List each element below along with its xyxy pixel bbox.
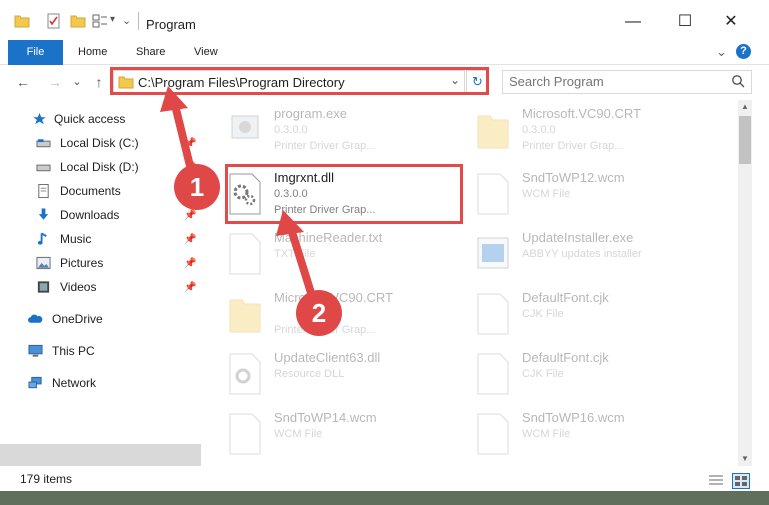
file-icon xyxy=(477,413,509,455)
address-highlight-box xyxy=(110,67,489,95)
executable-icon xyxy=(231,115,259,139)
file-item[interactable]: SndToWP12.wcm WCM File xyxy=(458,164,698,220)
back-button[interactable]: ← xyxy=(14,73,32,91)
title-bar: ▾ ⌄ Program — ☐ ✕ xyxy=(0,0,769,40)
sidebar-item-label: This PC xyxy=(52,344,95,358)
new-folder-icon[interactable] xyxy=(70,13,86,29)
pin-icon[interactable]: 📌 xyxy=(184,277,196,299)
expand-ribbon-icon[interactable]: ⌄ xyxy=(716,40,727,64)
tab-home[interactable]: Home xyxy=(78,40,107,64)
scroll-down-icon[interactable]: ▼ xyxy=(738,452,752,466)
help-icon[interactable]: ? xyxy=(736,44,751,59)
sidebar-item-videos[interactable]: Videos 📌 xyxy=(36,276,201,298)
window-title: Program xyxy=(146,17,196,32)
forward-button[interactable]: → xyxy=(46,73,64,91)
file-item[interactable]: DefaultFont.cjk CJK File xyxy=(458,284,698,340)
sidebar-item-label: Local Disk (C:) xyxy=(60,136,139,150)
ribbon-tabs: File Home Share View ⌄ ? xyxy=(0,40,769,96)
item-count: 179 items xyxy=(20,472,73,486)
sidebar-item-label: Music xyxy=(60,232,92,246)
sidebar-item-label: Downloads xyxy=(60,208,120,222)
large-icons-view-icon[interactable] xyxy=(732,473,750,489)
cloud-icon xyxy=(28,314,43,323)
details-view-icon[interactable] xyxy=(708,473,724,487)
file-item[interactable]: DefaultFont.cjk CJK File xyxy=(458,344,698,400)
navigation-pane: Quick access Local Disk (C:) 📌 Local Dis… xyxy=(0,104,201,466)
desktop-background-strip xyxy=(0,491,769,505)
selected-item-highlight xyxy=(0,444,201,466)
scroll-up-icon[interactable]: ▲ xyxy=(738,100,752,114)
file-icon xyxy=(477,293,509,335)
sidebar-item-label: Documents xyxy=(60,184,121,198)
sidebar-item-label: Videos xyxy=(60,280,97,294)
file-item[interactable]: SndToWP14.wcm WCM File xyxy=(210,404,450,460)
drive-icon xyxy=(36,164,51,172)
installer-icon xyxy=(477,237,509,269)
documents-icon xyxy=(38,184,49,198)
title-divider xyxy=(138,12,139,30)
file-icon xyxy=(229,233,261,275)
file-item[interactable]: Microsoft.VC90.CRT 0.3.0.0 Printer Drive… xyxy=(458,100,698,156)
view-options-icon[interactable] xyxy=(92,13,108,29)
computer-icon xyxy=(28,344,43,357)
status-bar: 179 items xyxy=(0,470,769,490)
search-input[interactable] xyxy=(503,71,725,91)
file-icon xyxy=(229,413,261,455)
quick-access-dropdown-icon[interactable]: ⌄ xyxy=(122,14,131,27)
music-icon xyxy=(37,232,47,245)
search-box[interactable] xyxy=(502,70,752,94)
sidebar-item-label: Quick access xyxy=(54,112,126,126)
file-icon xyxy=(477,173,509,215)
pin-icon[interactable]: 📌 xyxy=(184,133,196,155)
file-item[interactable]: UpdateInstaller.exe ABBYY updates instal… xyxy=(458,224,698,280)
scroll-thumb[interactable] xyxy=(739,116,751,164)
properties-icon[interactable] xyxy=(46,13,62,29)
sidebar-item-downloads[interactable]: Downloads 📌 xyxy=(36,204,201,226)
folder-icon xyxy=(229,299,261,333)
pin-icon[interactable]: 📌 xyxy=(184,253,196,275)
search-icon[interactable] xyxy=(731,74,745,88)
step-badge-1: 1 xyxy=(174,164,220,210)
file-item[interactable]: program.exe 0.3.0.0 Printer Driver Grap.… xyxy=(210,100,450,156)
sidebar-item-label: Pictures xyxy=(60,256,104,270)
drive-icon xyxy=(36,139,51,148)
file-item[interactable]: UpdateClient63.dll Resource DLL xyxy=(210,344,450,400)
maximize-button[interactable]: ☐ xyxy=(670,10,700,34)
folder-icon xyxy=(477,115,509,149)
file-highlight-box xyxy=(225,164,463,224)
customize-toolbar-arrow-icon[interactable]: ▾ xyxy=(110,14,115,25)
sidebar-item-local-disk-c[interactable]: Local Disk (C:) 📌 xyxy=(36,132,201,154)
folder-icon[interactable] xyxy=(14,13,30,29)
dll-gear-icon xyxy=(229,353,261,395)
download-icon xyxy=(38,208,49,220)
up-button[interactable]: ↑ xyxy=(90,73,108,91)
sidebar-item-label: Network xyxy=(52,376,97,390)
file-item[interactable]: SndToWP16.wcm WCM File xyxy=(458,404,698,460)
minimize-button[interactable]: — xyxy=(618,10,648,34)
file-icon xyxy=(477,353,509,395)
tab-view[interactable]: View xyxy=(194,40,218,64)
step-badge-2: 2 xyxy=(296,290,342,336)
sidebar-item-label: OneDrive xyxy=(52,312,103,326)
videos-icon xyxy=(37,281,50,293)
sidebar-item-pictures[interactable]: Pictures 📌 xyxy=(36,252,201,274)
recent-locations-button[interactable]: ⌄ xyxy=(68,73,86,91)
close-button[interactable]: ✕ xyxy=(716,10,746,34)
network-icon xyxy=(28,376,42,389)
star-icon xyxy=(33,112,46,125)
pictures-icon xyxy=(36,256,51,270)
file-item[interactable]: MachineReader.txt TXT File xyxy=(210,224,450,280)
sidebar-item-music[interactable]: Music 📌 xyxy=(36,228,201,250)
pin-icon[interactable]: 📌 xyxy=(184,229,196,251)
vertical-scrollbar[interactable]: ▲ ▼ xyxy=(738,100,752,466)
sidebar-item-label: Local Disk (D:) xyxy=(60,160,139,174)
tab-share[interactable]: Share xyxy=(136,40,165,64)
file-list: program.exe 0.3.0.0 Printer Driver Grap.… xyxy=(210,100,737,466)
